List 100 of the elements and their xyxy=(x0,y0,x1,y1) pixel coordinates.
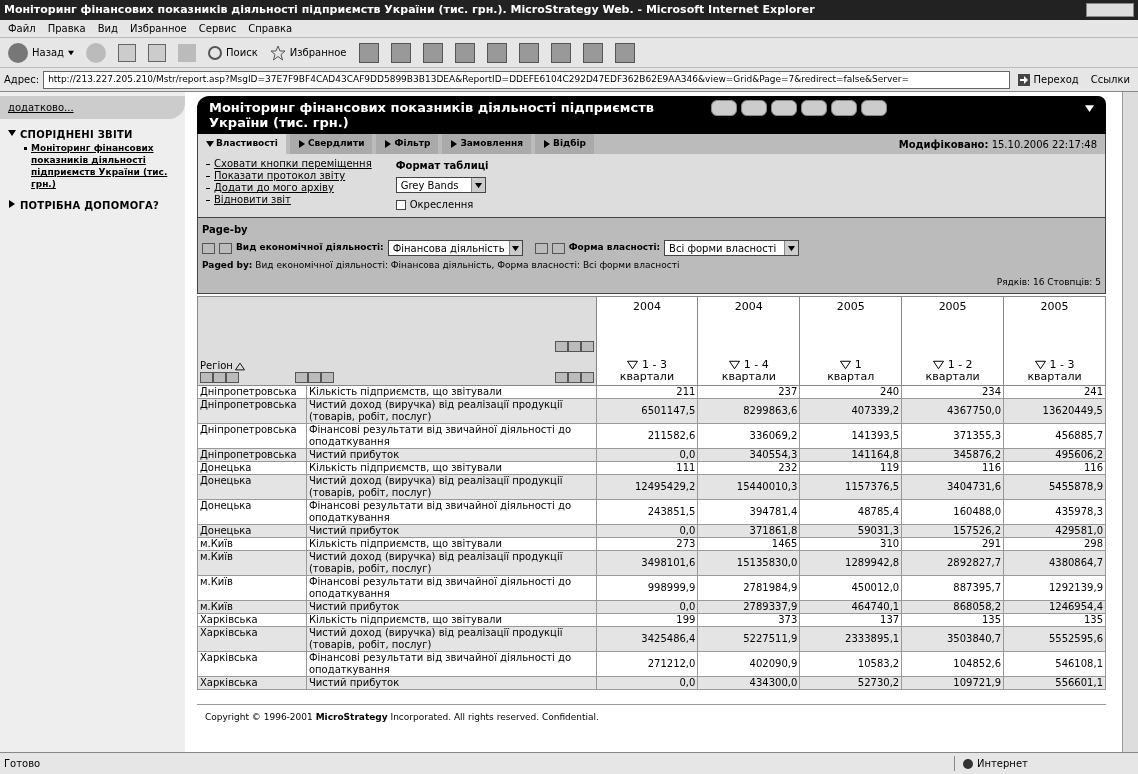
tab[interactable]: Свердлити xyxy=(289,134,373,154)
address-field[interactable]: http://213.227.205.210/Mstr/report.asp?MsgID=37E7F9BF4CAD43CAF9DD5899B3B13DEA&ReportID=DDEFE6104C292D47EDF362B62E9AA346&view=Grid&Page=7&redirect=false&Server= xyxy=(43,70,1010,89)
address-label: Адрес: xyxy=(4,73,40,87)
table-cell: 868058,2 xyxy=(901,600,1004,614)
table-cell: 298 xyxy=(1003,537,1106,551)
table-cell: 10583,2 xyxy=(799,651,902,677)
table-cell: 371861,8 xyxy=(697,524,800,538)
paged-by-text: Paged by: Вид економічної діяльності: Фінансова діяльність, Форма власності: Всі форми власності xyxy=(202,259,681,272)
zone-text: Интернет xyxy=(977,757,1028,771)
table-cell: 12495429,2 xyxy=(596,474,698,500)
region-header[interactable]: Регіон xyxy=(200,360,233,372)
sort-icon xyxy=(1034,360,1046,370)
table-cell: 887395,7 xyxy=(901,575,1004,601)
page-by-label: Форма власності: xyxy=(568,241,661,255)
table-cell: 5455878,9 xyxy=(1003,474,1106,500)
page-by-dropdown[interactable]: Фінансова діяльність xyxy=(387,240,523,256)
table-cell: Кількість підприємств, що звітували xyxy=(306,385,596,399)
report-link[interactable]: Відновити звіт xyxy=(214,194,291,206)
table-cell: 0,0 xyxy=(596,676,698,690)
table-cell: 135 xyxy=(1003,613,1106,627)
table-cell: Донецька xyxy=(197,474,307,500)
table-cell: Чистий доход (виручка) від реалізації продукції (товарів, робіт, послуг) xyxy=(306,626,596,652)
related-report-link[interactable]: Моніторинг фінансових показників діяльності підприємств України (тис. грн.) xyxy=(31,142,177,190)
report-link[interactable]: Додати до мого архіву xyxy=(214,182,334,194)
table-cell: 137 xyxy=(799,613,902,627)
period-header[interactable]: 1 - 3 xyxy=(641,359,667,371)
back-button[interactable]: Назад xyxy=(8,42,74,63)
table-cell: 4367750,0 xyxy=(901,398,1004,424)
table-cell: 0,0 xyxy=(596,448,698,462)
table-cell: Дніпропетровська xyxy=(197,423,307,449)
tab[interactable]: Замовлення xyxy=(442,134,532,154)
links-button[interactable]: Ссылки xyxy=(1086,72,1134,87)
menu-item[interactable]: Вид xyxy=(97,21,118,36)
table-cell: 157526,2 xyxy=(901,524,1004,538)
favorites-button[interactable]: Избранное xyxy=(269,44,347,61)
table-cell: 371355,3 xyxy=(901,423,1004,449)
menu-item[interactable]: Файл xyxy=(8,21,36,36)
table-cell: Дніпропетровська xyxy=(197,398,307,424)
table-cell: 1246954,4 xyxy=(1003,600,1106,614)
checkbox-label: Окреслення xyxy=(409,198,474,212)
table-cell: Фінансові результати від звичайної діяльності до оподаткування xyxy=(306,499,596,525)
table-cell: Харківська xyxy=(197,651,307,677)
tab[interactable]: Властивості xyxy=(198,134,286,154)
period-header[interactable]: 1 - 4 xyxy=(743,359,769,371)
table-cell: 52730,2 xyxy=(799,676,902,690)
table-cell: 15135830,0 xyxy=(697,550,800,576)
go-button[interactable]: Переход xyxy=(1013,72,1083,87)
table-cell: 116 xyxy=(901,461,1004,475)
scrollbar[interactable] xyxy=(1122,92,1138,752)
unit-header: квартали xyxy=(925,371,980,383)
table-cell: 1465 xyxy=(697,537,800,551)
section-header[interactable]: СПОРІДНЕНІ ЗВІТИ xyxy=(20,127,133,142)
outline-checkbox[interactable] xyxy=(395,199,406,210)
more-link[interactable]: додатково... xyxy=(8,102,74,113)
table-cell: 241 xyxy=(1003,385,1106,399)
table-cell: 345876,2 xyxy=(901,448,1004,462)
table-cell: Чистий прибуток xyxy=(306,448,596,462)
table-cell: 464740,1 xyxy=(799,600,902,614)
table-cell: Дніпропетровська xyxy=(197,448,307,462)
status-text: Готово xyxy=(4,757,42,771)
menu-caret-icon[interactable] xyxy=(1085,104,1094,113)
table-cell: м.Київ xyxy=(197,550,307,576)
sort-icon xyxy=(728,360,740,370)
dropdown-arrow-icon xyxy=(512,244,520,252)
section-header[interactable]: ПОТРІБНА ДОПОМОГА? xyxy=(20,198,160,213)
table-cell: 450012,0 xyxy=(799,575,902,601)
search-button[interactable]: Поиск xyxy=(208,45,258,60)
menu-item[interactable]: Избранное xyxy=(130,21,187,36)
tab[interactable]: Фільтр xyxy=(376,134,439,154)
menu-item[interactable]: Правка xyxy=(47,21,86,36)
table-cell: 59031,3 xyxy=(799,524,902,538)
table-cell: 232 xyxy=(697,461,800,475)
period-header[interactable]: 1 xyxy=(854,359,862,371)
unit-header: квартал xyxy=(827,371,875,383)
table-cell: 1292139,9 xyxy=(1003,575,1106,601)
sort-icon xyxy=(626,360,638,370)
sort-icon xyxy=(932,360,944,370)
table-cell: 394781,4 xyxy=(697,499,800,525)
page-by-dropdown[interactable]: Всі форми власності xyxy=(664,240,800,256)
year-header: 2005 xyxy=(938,301,967,313)
table-cell: Чистий доход (виручка) від реалізації продукції (товарів, робіт, послуг) xyxy=(306,474,596,500)
year-header: 2004 xyxy=(734,301,763,313)
table-cell: 243851,5 xyxy=(596,499,698,525)
copyright-text: Copyright © 1996-2001 MicroStrategy Incorporated. All rights reserved. Confidential. xyxy=(205,712,599,722)
format-dropdown[interactable]: Grey Bands xyxy=(395,177,486,193)
triangle-icon xyxy=(450,140,459,148)
format-label: Формат таблиці xyxy=(395,159,489,173)
menu-item[interactable]: Справка xyxy=(248,21,293,36)
report-link[interactable]: Сховати кнопки переміщення xyxy=(214,158,372,170)
table-cell: м.Київ xyxy=(197,600,307,614)
page-by-label: Вид економічної діяльності: xyxy=(236,241,384,255)
period-header[interactable]: 1 - 3 xyxy=(1049,359,1075,371)
dropdown-arrow-icon xyxy=(788,244,796,252)
table-cell: Харківська xyxy=(197,613,307,627)
table-cell: 271212,0 xyxy=(596,651,698,677)
report-link[interactable]: Показати протокол звіту xyxy=(214,170,346,182)
table-cell: 435978,3 xyxy=(1003,499,1106,525)
period-header[interactable]: 1 - 2 xyxy=(947,359,973,371)
menu-item[interactable]: Сервис xyxy=(198,21,237,36)
tab[interactable]: Відбір xyxy=(535,134,595,154)
